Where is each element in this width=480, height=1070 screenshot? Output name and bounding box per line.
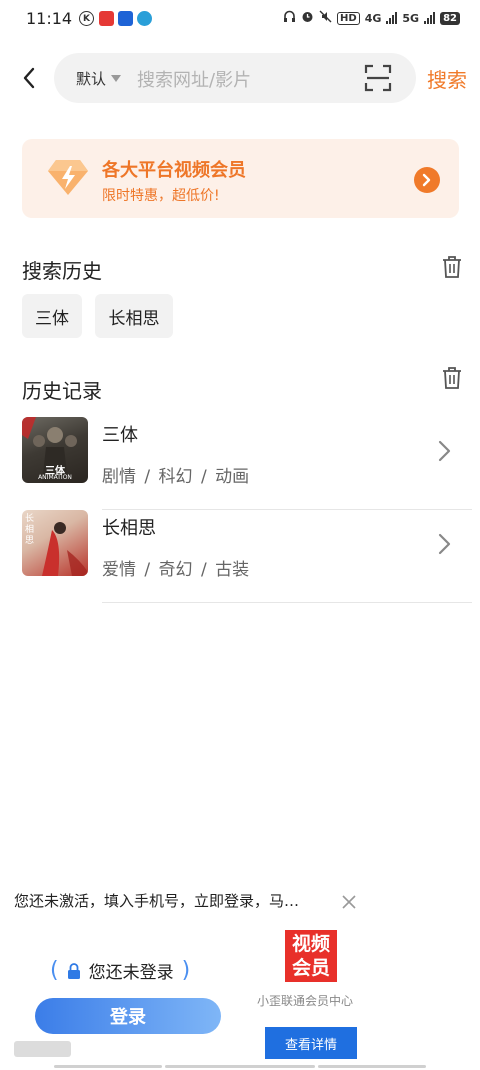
lock-icon: [67, 962, 80, 979]
search-engine-select[interactable]: 默认: [76, 68, 122, 89]
placeholder-bar: [14, 1041, 71, 1057]
history-row[interactable]: 三体 ANIMATION 三体 剧情 / 科幻 / 动画: [0, 417, 480, 510]
signal-5g-icon: [424, 12, 436, 24]
history-item-title: 三体: [102, 425, 138, 446]
chevron-right-icon: [438, 533, 451, 555]
caret-down-icon: [111, 75, 122, 82]
bottom-indicator: [54, 1065, 162, 1068]
banner-arrow-button[interactable]: [414, 167, 440, 193]
headphone-icon: [283, 10, 296, 26]
search-button[interactable]: 搜索: [427, 64, 467, 93]
search-input[interactable]: 搜索网址/影片: [137, 66, 251, 92]
search-history-title: 搜索历史: [22, 259, 102, 283]
network-4g-label: 4G: [364, 11, 382, 25]
ad-message: 您还未激活，填入手机号，立即登录，马…: [14, 892, 300, 910]
mute-icon: [319, 10, 332, 26]
alarm-icon: [301, 10, 314, 26]
chevron-right-icon: [422, 173, 431, 187]
poster-image: 三体 ANIMATION: [22, 417, 88, 483]
scan-icon[interactable]: [364, 64, 392, 92]
trash-icon[interactable]: [441, 366, 463, 390]
vip-logo: 视频 会员: [285, 930, 337, 982]
signal-4g-icon: [386, 12, 398, 24]
login-status-text: 您还未登录: [88, 963, 174, 983]
login-status: ( 您还未登录 ): [50, 958, 190, 983]
battery-icon: 82: [440, 11, 460, 25]
bottom-indicator: [318, 1065, 426, 1068]
close-icon[interactable]: [341, 894, 357, 910]
divider: [102, 602, 472, 603]
history-records-title: 历史记录: [22, 379, 102, 403]
search-box[interactable]: 默认 搜索网址/影片: [54, 53, 416, 103]
history-item-title: 长相思: [102, 518, 156, 539]
chevron-left-icon: [23, 67, 35, 89]
poster-image: 长相思: [22, 510, 88, 576]
vip-center-label: 小歪联通会员中心: [257, 994, 354, 1008]
banner-title: 各大平台视频会员: [102, 160, 246, 181]
vip-banner[interactable]: 各大平台视频会员 限时特惠，超低价!: [22, 139, 459, 218]
paren-right-icon: ): [181, 958, 191, 983]
bottom-indicator: [165, 1065, 315, 1068]
trash-icon[interactable]: [441, 255, 463, 279]
history-item-tags: 爱情 / 奇幻 / 古装: [102, 560, 250, 580]
status-bar: 11:14 K HD 4G 5G 82: [0, 0, 480, 38]
paren-left-icon: (: [50, 958, 59, 983]
banner-subtitle: 限时特惠，超低价!: [102, 188, 220, 204]
search-engine-label: 默认: [76, 70, 107, 88]
history-row[interactable]: 长相思 长相思 爱情 / 奇幻 / 古装: [0, 510, 480, 603]
vip-logo-line1: 视频: [291, 933, 330, 955]
poster-subtitle-text: ANIMATION: [38, 474, 72, 481]
search-chip-label: 三体: [35, 308, 69, 329]
diamond-icon: [48, 160, 88, 195]
poster-title-text: 长相思: [25, 514, 35, 546]
back-button[interactable]: [18, 64, 40, 92]
telegram-icon: [137, 11, 152, 26]
login-button[interactable]: 登录: [35, 998, 221, 1034]
status-time: 11:14: [26, 9, 73, 28]
k-app-icon: K: [79, 11, 94, 26]
search-chip[interactable]: 长相思: [95, 294, 173, 338]
vip-logo-line2: 会员: [291, 957, 330, 979]
chevron-right-icon: [438, 440, 451, 462]
network-5g-label: 5G: [402, 11, 420, 25]
search-chip[interactable]: 三体: [22, 294, 82, 338]
search-chip-label: 长相思: [108, 308, 160, 329]
history-item-tags: 剧情 / 科幻 / 动画: [102, 467, 250, 487]
login-button-label: 登录: [110, 1007, 146, 1028]
view-details-button[interactable]: 查看详情: [265, 1027, 357, 1059]
hd-icon: HD: [337, 11, 360, 25]
red-app-icon: [99, 11, 114, 26]
view-details-label: 查看详情: [284, 1037, 337, 1053]
blue-app-icon: [118, 11, 133, 26]
